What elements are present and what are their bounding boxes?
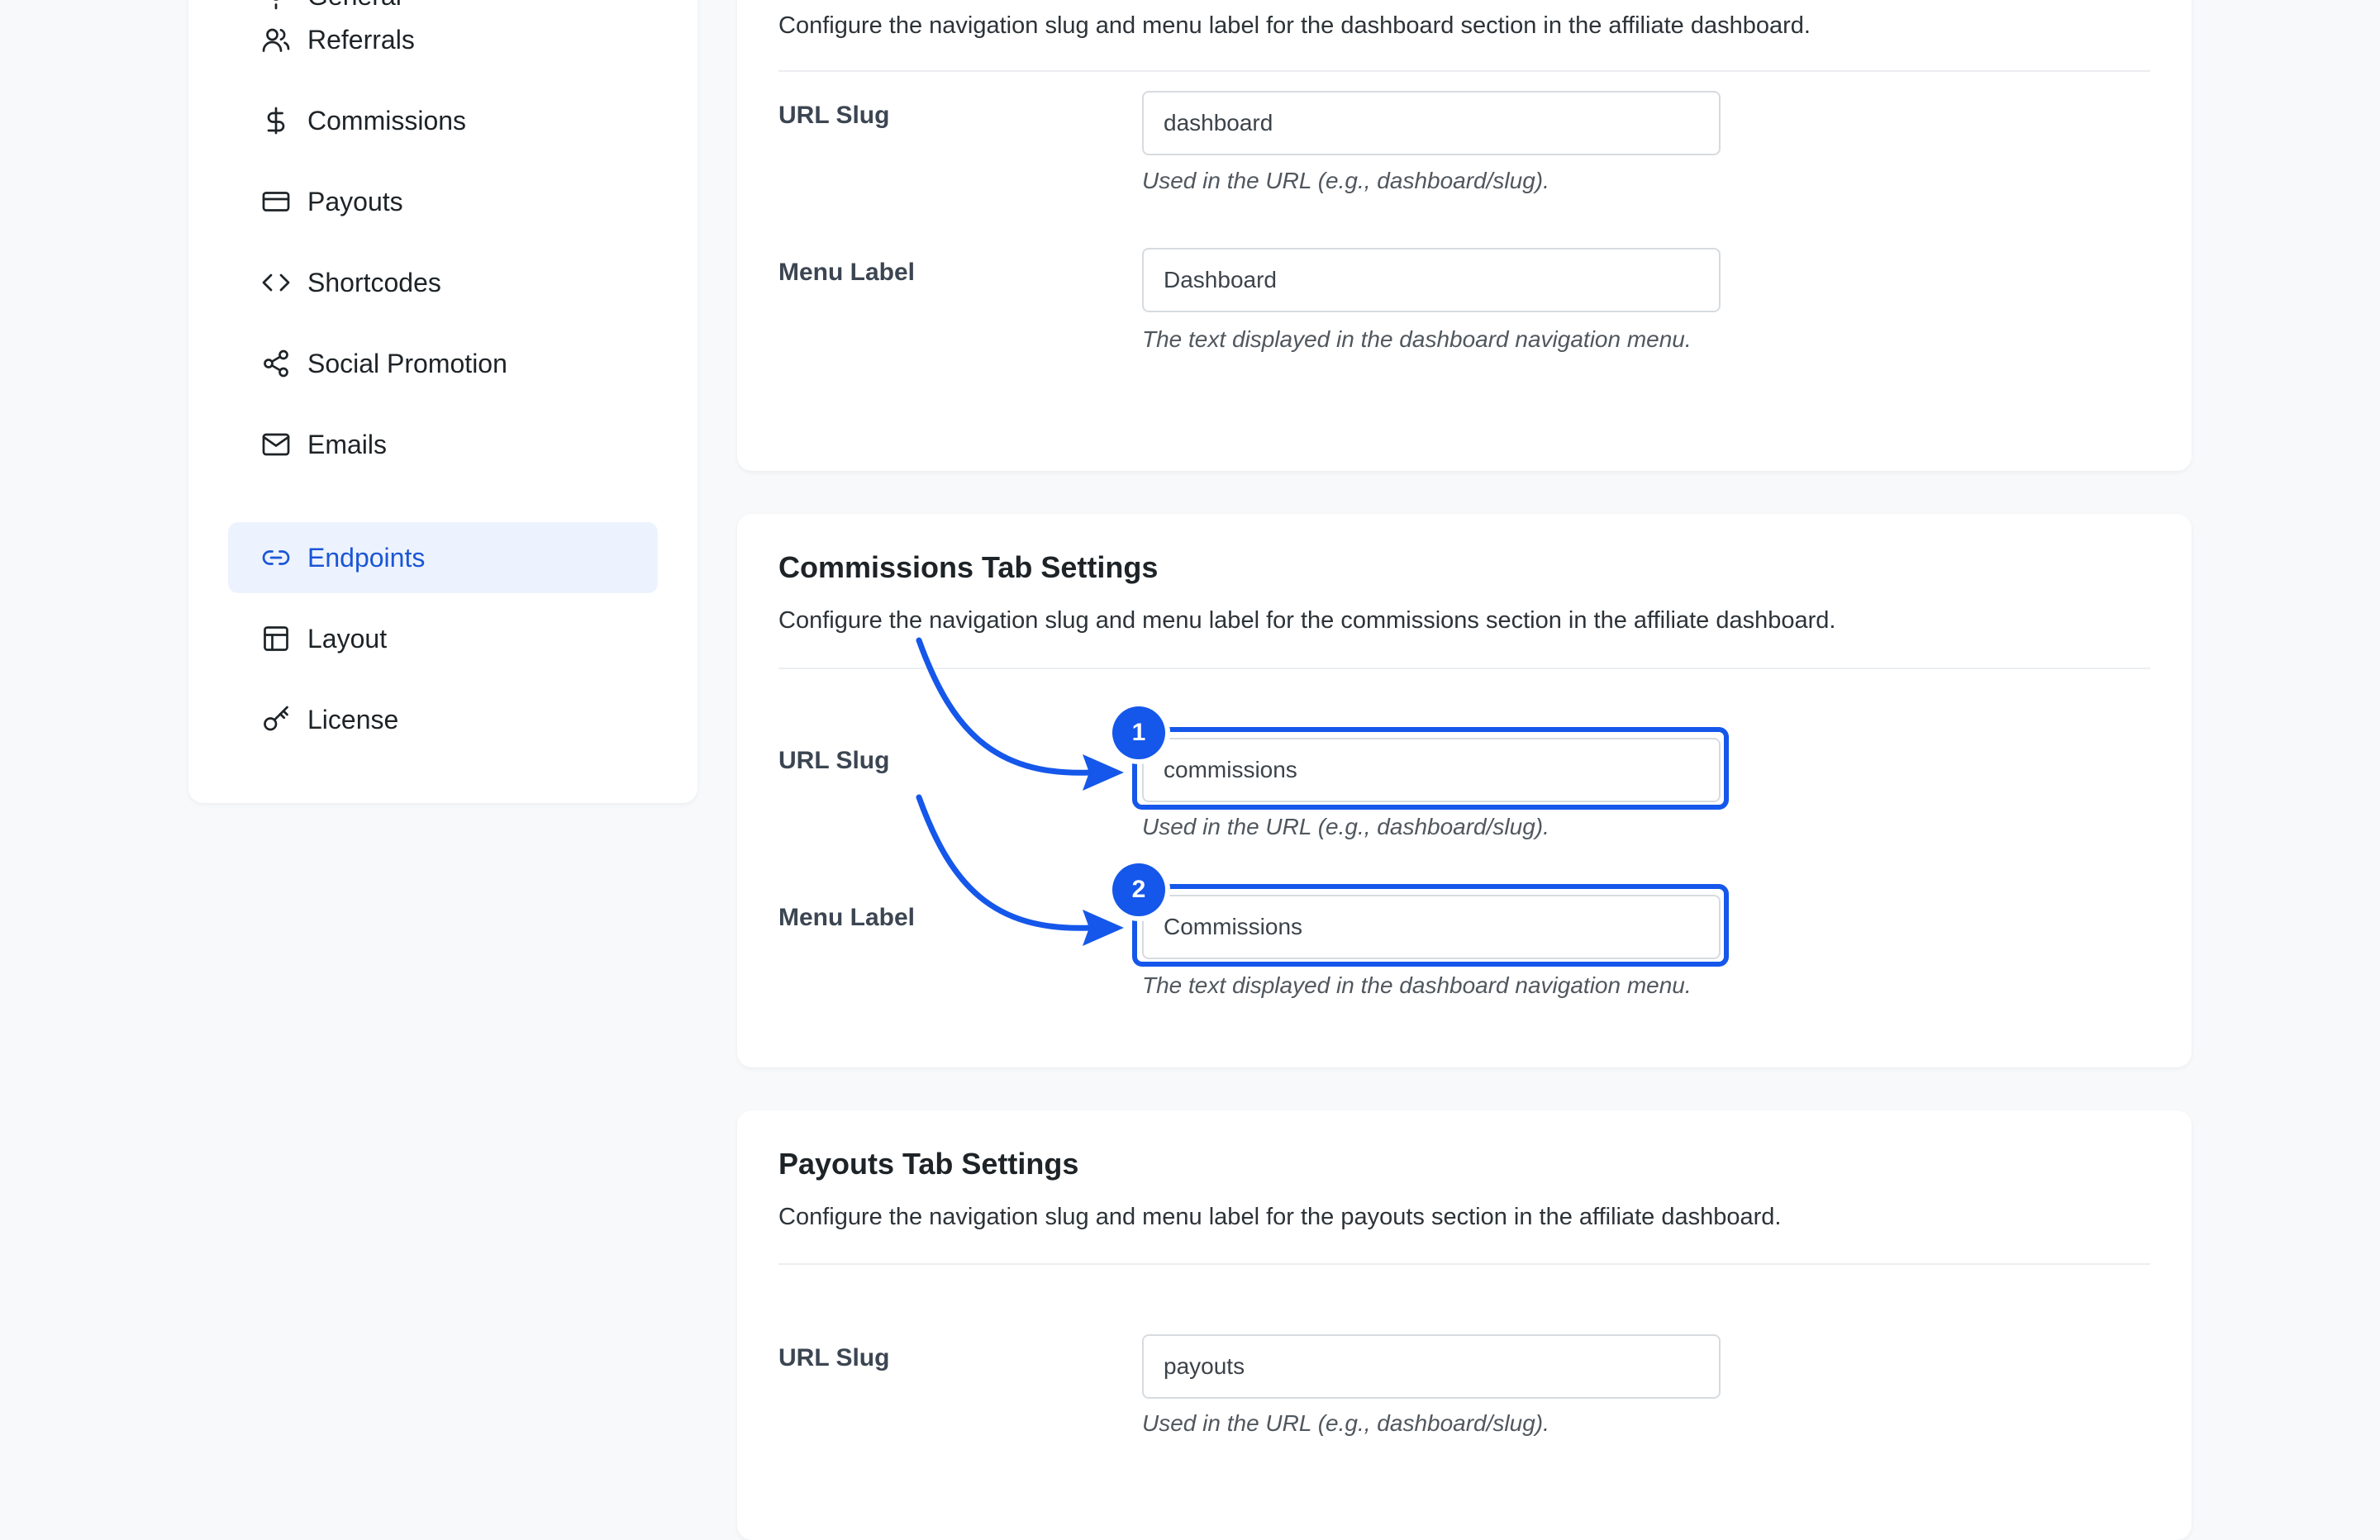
dollar-icon	[261, 106, 291, 135]
commissions-menu-label-help: The text displayed in the dashboard navi…	[1142, 972, 1692, 998]
annotation-badge-1: 1	[1112, 706, 1165, 759]
sidebar-item-label: Layout	[307, 623, 388, 654]
dashboard-url-slug-input[interactable]	[1142, 91, 1721, 155]
dashboard-menu-label-label: Menu Label	[778, 259, 916, 286]
payouts-section-description: Configure the navigation slug and menu l…	[778, 1204, 1782, 1230]
mail-icon	[261, 430, 291, 459]
commissions-menu-label-input[interactable]	[1142, 895, 1721, 959]
payouts-section-title: Payouts Tab Settings	[778, 1147, 1079, 1181]
sidebar-item-commissions[interactable]: Commissions	[228, 85, 658, 156]
sidebar-item-label: License	[307, 704, 399, 734]
payouts-tab-settings-card: Payouts Tab Settings Configure the navig…	[737, 1110, 2192, 1540]
dashboard-menu-label-input[interactable]	[1142, 248, 1721, 312]
sidebar-item-label: Payouts	[307, 186, 403, 216]
dashboard-tab-settings-card: Configure the navigation slug and menu l…	[737, 0, 2192, 471]
sidebar-item-endpoints[interactable]: Endpoints	[228, 522, 658, 593]
payouts-url-slug-help: Used in the URL (e.g., dashboard/slug).	[1142, 1410, 1549, 1436]
sidebar-item-payouts[interactable]: Payouts	[228, 166, 658, 237]
layout-icon	[261, 624, 291, 654]
settings-sidebar: General Referrals Commissions Payouts Sh…	[188, 0, 697, 803]
payouts-url-slug-input[interactable]	[1142, 1334, 1721, 1399]
commissions-tab-settings-card: Commissions Tab Settings Configure the n…	[737, 514, 2192, 1067]
commissions-url-slug-help: Used in the URL (e.g., dashboard/slug).	[1142, 814, 1549, 839]
commissions-section-title: Commissions Tab Settings	[778, 550, 1159, 584]
dashboard-url-slug-label: URL Slug	[778, 102, 890, 129]
sidebar-item-layout[interactable]: Layout	[228, 603, 658, 674]
dashboard-menu-label-help: The text displayed in the dashboard navi…	[1142, 326, 1692, 352]
sidebar-item-emails[interactable]: Emails	[228, 409, 658, 480]
sidebar-item-label: Social Promotion	[307, 348, 507, 378]
sidebar-item-license[interactable]: License	[228, 684, 658, 755]
dashboard-url-slug-help: Used in the URL (e.g., dashboard/slug).	[1142, 168, 1549, 193]
users-icon	[261, 25, 291, 55]
sidebar-item-label: Emails	[307, 429, 388, 459]
code-icon	[261, 268, 291, 297]
section-divider	[778, 1263, 2150, 1265]
section-divider	[778, 668, 2150, 669]
commissions-section-description: Configure the navigation slug and menu l…	[778, 607, 1836, 634]
dashboard-section-description: Configure the navigation slug and menu l…	[778, 12, 1811, 39]
payouts-url-slug-label: URL Slug	[778, 1344, 890, 1371]
sidebar-item-referrals[interactable]: Referrals	[228, 4, 658, 75]
annotation-badge-2: 2	[1112, 863, 1165, 916]
sidebar-item-label: Endpoints	[307, 542, 426, 573]
link-icon	[261, 543, 291, 573]
section-divider	[778, 70, 2150, 72]
commissions-menu-label-label: Menu Label	[778, 904, 916, 931]
commissions-url-slug-label: URL Slug	[778, 747, 890, 774]
key-icon	[261, 705, 291, 734]
share-icon	[261, 349, 291, 378]
sidebar-item-label: Commissions	[307, 105, 467, 135]
sidebar-item-social-promotion[interactable]: Social Promotion	[228, 328, 658, 399]
sidebar-item-label: Shortcodes	[307, 267, 441, 297]
credit-card-icon	[261, 187, 291, 216]
sidebar-item-label: Referrals	[307, 24, 415, 55]
commissions-url-slug-input[interactable]	[1142, 738, 1721, 802]
sidebar-item-shortcodes[interactable]: Shortcodes	[228, 247, 658, 318]
